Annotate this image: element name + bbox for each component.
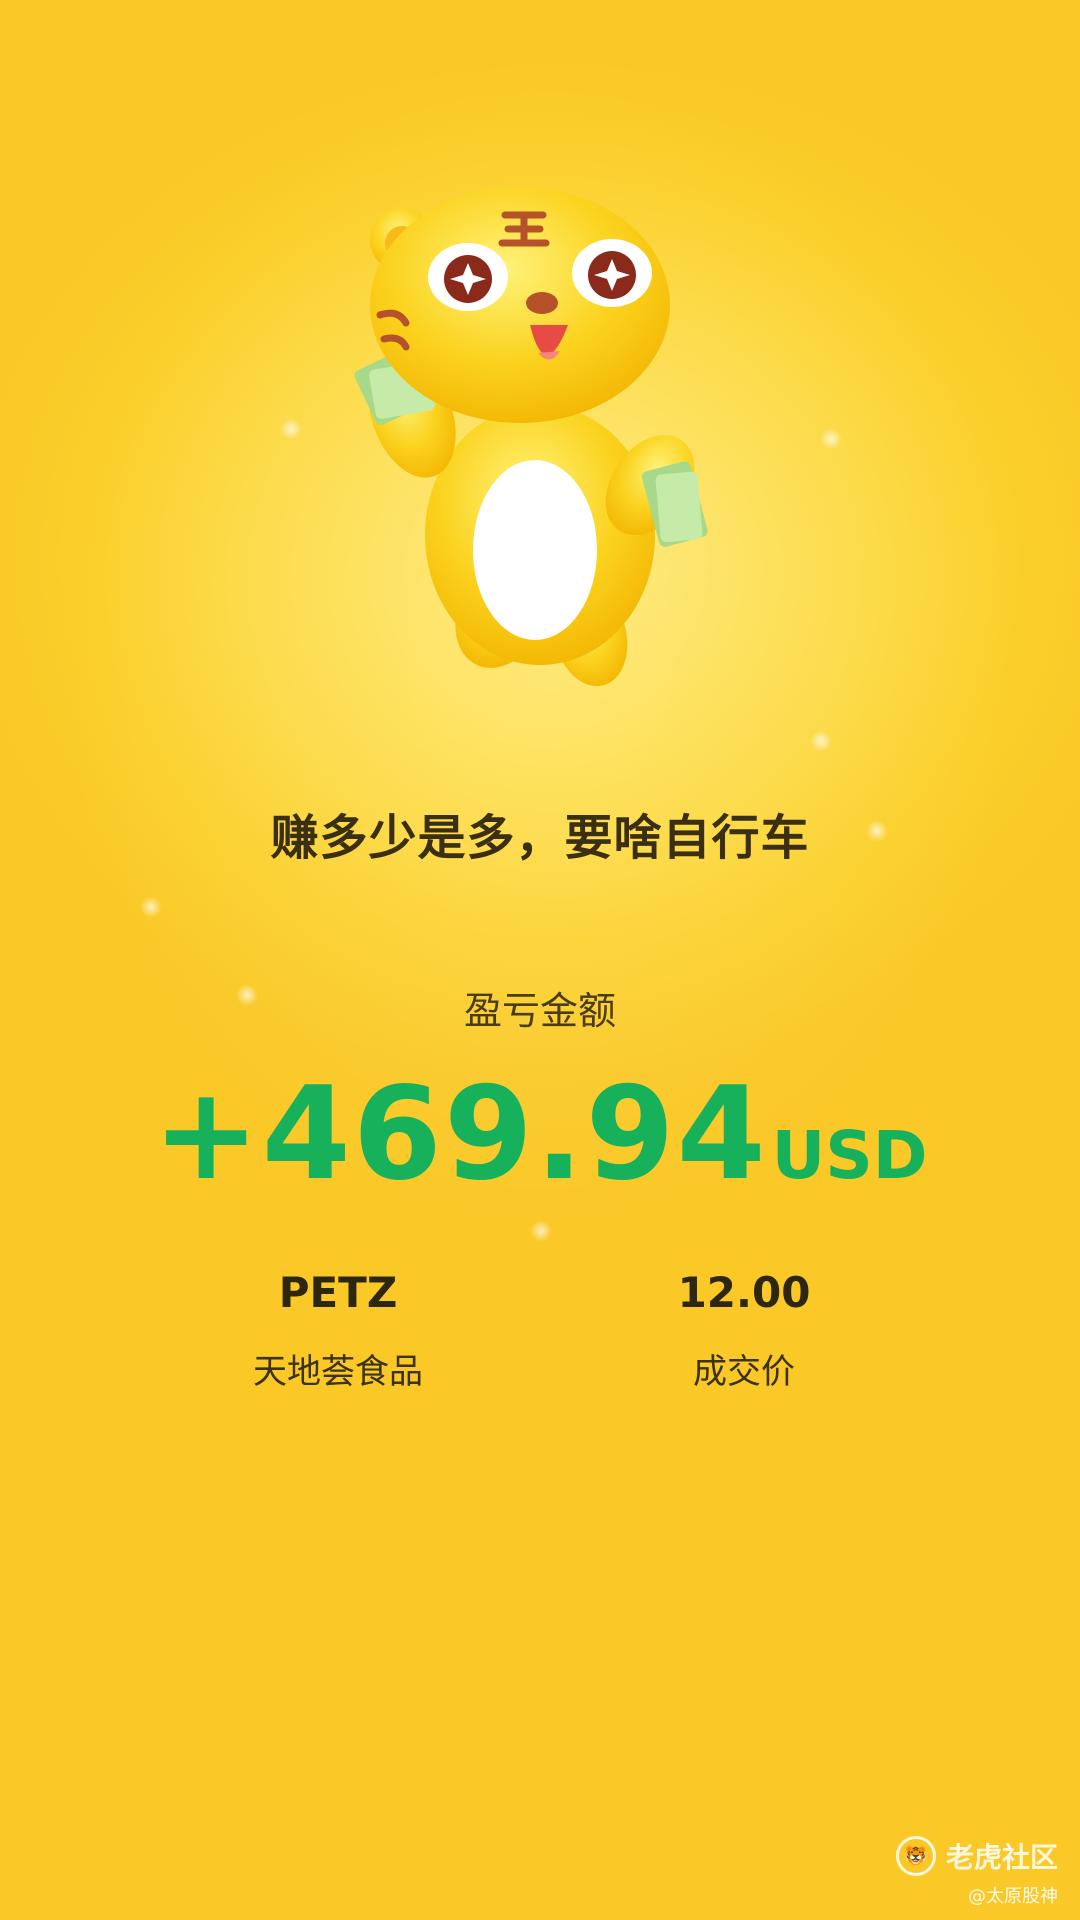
stock-name: 天地荟食品: [253, 1352, 423, 1392]
sparkle: [140, 896, 162, 918]
sparkle: [820, 428, 842, 450]
watermark: 🐯 老虎社区: [895, 1836, 1058, 1876]
tiger-community-logo-icon: 🐯: [895, 1836, 936, 1876]
pnl-value: +469.94: [152, 1060, 768, 1209]
trade-price: 12.00: [677, 1268, 811, 1317]
sparkle: [530, 1220, 552, 1242]
pnl-unit: USD: [771, 1117, 928, 1194]
tiger-mascot-icon: [354, 187, 708, 687]
sparkle: [810, 730, 832, 752]
stock-ticker: PETZ: [278, 1268, 398, 1317]
slogan-text: 赚多少是多，要啥自行车: [270, 810, 810, 866]
trade-info: 12.00 成交价: [574, 1268, 914, 1393]
watermark-user: @太原股神: [968, 1886, 1058, 1907]
sparkle: [280, 418, 302, 440]
stock-info: PETZ 天地荟食品: [168, 1268, 508, 1393]
pnl-amount: +469.94USD: [0, 1060, 1080, 1209]
trade-price-label: 成交价: [693, 1352, 795, 1392]
watermark-brand: 老虎社区: [945, 1841, 1058, 1874]
pnl-label: 盈亏金额: [463, 989, 616, 1033]
